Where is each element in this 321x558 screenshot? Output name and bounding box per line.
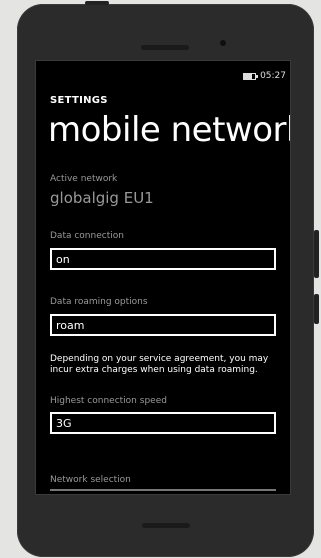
data-roaming-label: Data roaming options	[50, 297, 148, 307]
network-selection-select[interactable]	[50, 489, 276, 494]
power-button[interactable]	[85, 1, 109, 5]
earpiece	[141, 45, 189, 50]
camera-button[interactable]	[314, 294, 319, 324]
connection-speed-select[interactable]: 3G	[50, 412, 276, 434]
battery-icon	[243, 72, 259, 80]
volume-button[interactable]	[314, 230, 319, 278]
status-time: 05:27	[260, 71, 286, 81]
network-selection-label: Network selection	[50, 475, 131, 485]
data-connection-label: Data connection	[50, 231, 124, 241]
phone-screen: 05:27 SETTINGS mobile network Active net…	[35, 60, 291, 495]
roaming-note: Depending on your service agreement, you…	[50, 354, 269, 375]
active-network-value: globalgig EU1	[50, 189, 154, 207]
front-camera	[220, 40, 226, 46]
data-roaming-select[interactable]: roam	[50, 314, 276, 336]
home-button[interactable]	[142, 523, 190, 528]
app-title: SETTINGS	[50, 95, 108, 106]
status-bar: 05:27	[243, 71, 286, 81]
page-title: mobile network	[48, 110, 291, 150]
data-connection-select[interactable]: on	[50, 248, 276, 270]
connection-speed-label: Highest connection speed	[50, 396, 167, 406]
active-network-label: Active network	[50, 174, 118, 184]
